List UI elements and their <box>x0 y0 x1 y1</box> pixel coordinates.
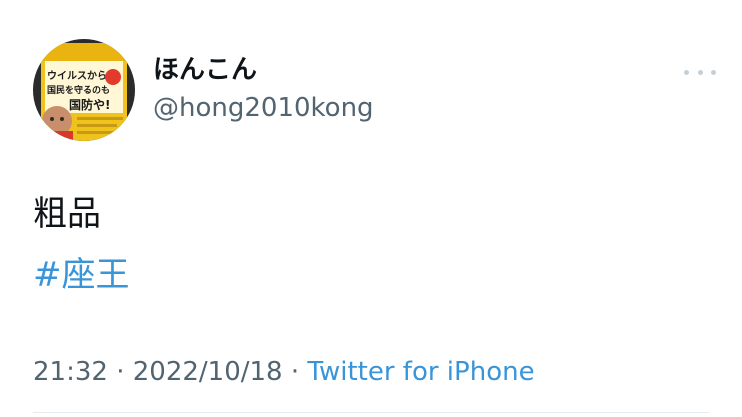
hashtag-link[interactable]: #座王 <box>33 253 130 297</box>
tweet-date[interactable]: 2022/10/18 <box>133 357 283 387</box>
author-display-name[interactable]: ほんこん <box>153 54 257 86</box>
more-dot <box>697 69 703 75</box>
tweet-time[interactable]: 21:32 <box>33 357 108 387</box>
avatar-book-line-2: 国民を守るのも <box>47 84 110 96</box>
divider <box>33 412 709 413</box>
author-handle[interactable]: @hong2010kong <box>153 92 374 124</box>
avatar-book-line-3: 国防や! <box>69 97 110 112</box>
tweet-source-link[interactable]: Twitter for iPhone <box>307 357 534 387</box>
avatar-book-line-1: ウイルスから <box>47 70 107 82</box>
meta-separator: · <box>290 357 300 387</box>
meta-separator: · <box>116 357 125 387</box>
avatar[interactable]: ウイルスから 国民を守るのも 国防や! <box>33 39 135 141</box>
more-dot <box>711 69 716 75</box>
more-options-icon[interactable] <box>684 62 716 82</box>
tweet-text: 粗品 <box>33 194 101 234</box>
more-dot <box>684 69 689 75</box>
avatar-image: ウイルスから 国民を守るのも 国防や! <box>33 39 135 141</box>
tweet-metadata: 21:32 · 2022/10/18 · Twitter for iPhone <box>33 355 535 389</box>
tweet-card: ウイルスから 国民を守るのも 国防や! ほんこん @hong2010kong 粗… <box>0 0 742 417</box>
